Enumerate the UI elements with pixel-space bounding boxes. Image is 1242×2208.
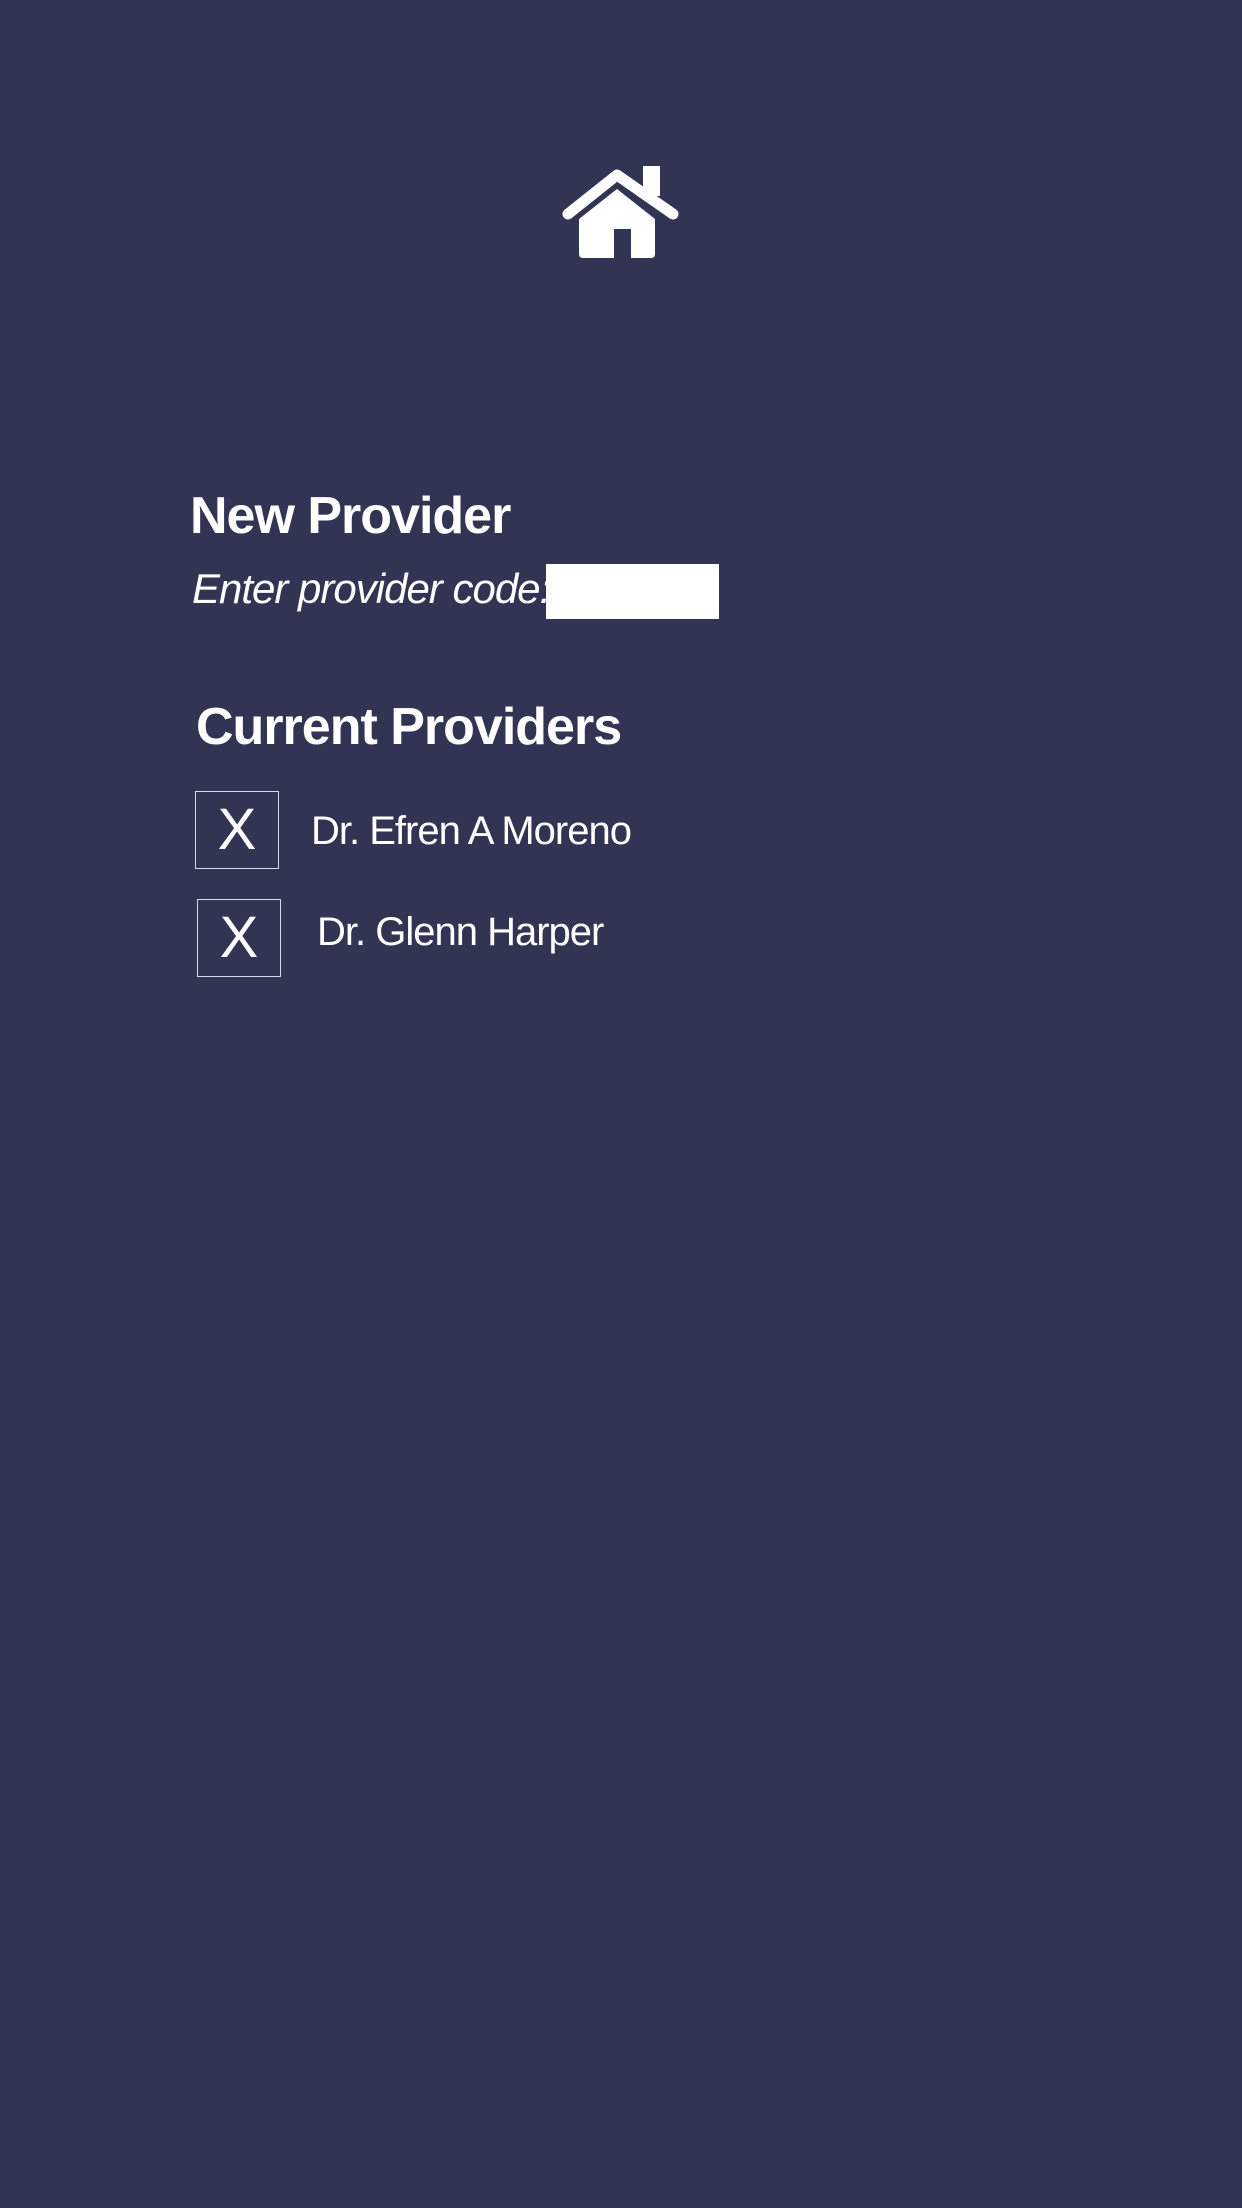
new-provider-title: New Provider — [190, 487, 511, 545]
current-providers-title: Current Providers — [196, 698, 622, 756]
provider-name: Dr. Glenn Harper — [317, 910, 604, 954]
remove-provider-button[interactable]: X — [195, 791, 279, 869]
provider-code-input[interactable] — [546, 564, 719, 619]
remove-provider-button[interactable]: X — [197, 899, 281, 977]
home-button[interactable] — [561, 164, 681, 260]
home-icon — [562, 166, 679, 258]
provider-name: Dr. Efren A Moreno — [311, 809, 632, 853]
provider-code-label: Enter provider code: — [192, 565, 551, 612]
